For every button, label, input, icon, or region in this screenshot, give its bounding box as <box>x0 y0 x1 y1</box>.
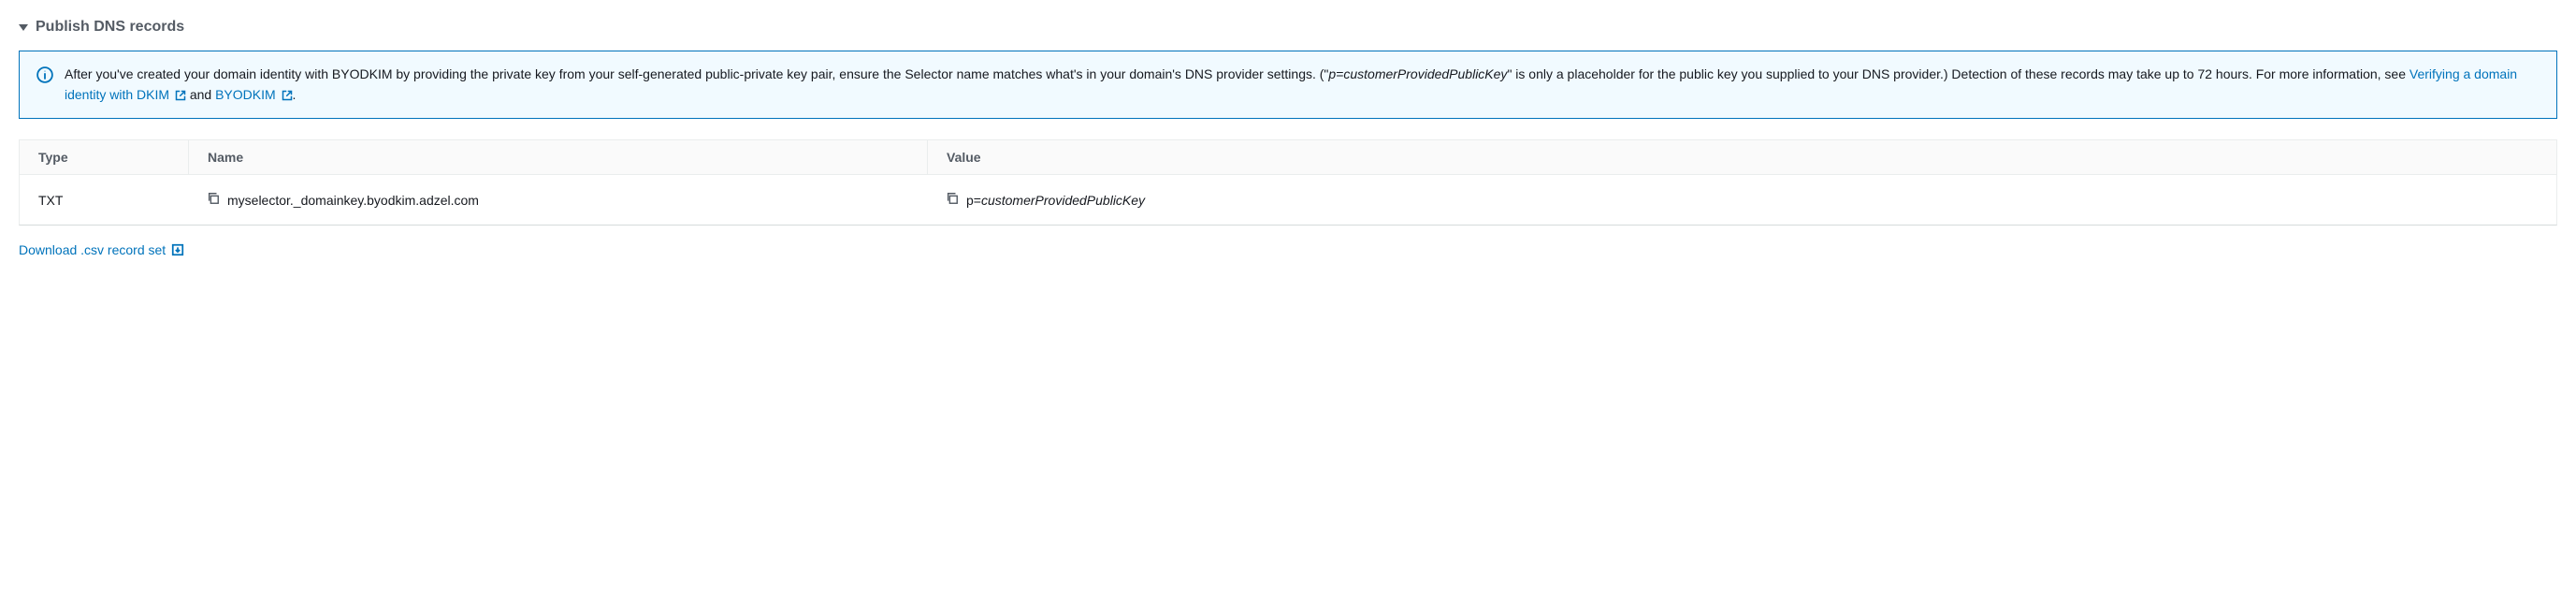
col-header-value[interactable]: Value <box>927 140 2556 174</box>
cell-value: p=customerProvidedPublicKey <box>927 175 2556 225</box>
cell-name: myselector._domainkey.byodkim.adzel.com <box>188 175 927 225</box>
cell-name-text: myselector._domainkey.byodkim.adzel.com <box>227 193 479 208</box>
info-text-part1: After you've created your domain identit… <box>65 66 1328 81</box>
link-byodkim[interactable]: BYODKIM <box>215 87 292 102</box>
table-header-row: Type Name Value <box>20 140 2556 175</box>
download-csv-link[interactable]: Download .csv record set <box>19 242 184 257</box>
section-toggle[interactable]: Publish DNS records <box>19 19 2557 36</box>
cell-value-text: p=customerProvidedPublicKey <box>966 193 1145 208</box>
col-header-name[interactable]: Name <box>188 140 927 174</box>
caret-down-icon <box>19 24 28 31</box>
info-text: After you've created your domain identit… <box>65 65 2540 105</box>
table-row: TXT myselector._domainkey.byodkim.adzel.… <box>20 175 2556 225</box>
dns-records-table: Type Name Value TXT myselector._domainke… <box>19 139 2557 226</box>
info-text-italic: p=customerProvidedPublicKey <box>1328 66 1507 81</box>
section-title: Publish DNS records <box>36 19 184 36</box>
col-header-type[interactable]: Type <box>20 140 188 174</box>
external-link-icon <box>175 90 186 101</box>
download-icon <box>171 243 184 256</box>
info-icon <box>36 66 53 83</box>
external-link-icon <box>282 90 293 101</box>
copy-icon[interactable] <box>946 192 959 208</box>
info-alert: After you've created your domain identit… <box>19 51 2557 119</box>
download-label: Download .csv record set <box>19 242 166 257</box>
cell-type: TXT <box>20 175 188 225</box>
copy-icon[interactable] <box>207 192 220 208</box>
info-trailing: . <box>293 87 297 102</box>
info-between-links: and <box>186 87 215 102</box>
info-text-part2: " is only a placeholder for the public k… <box>1507 66 2409 81</box>
